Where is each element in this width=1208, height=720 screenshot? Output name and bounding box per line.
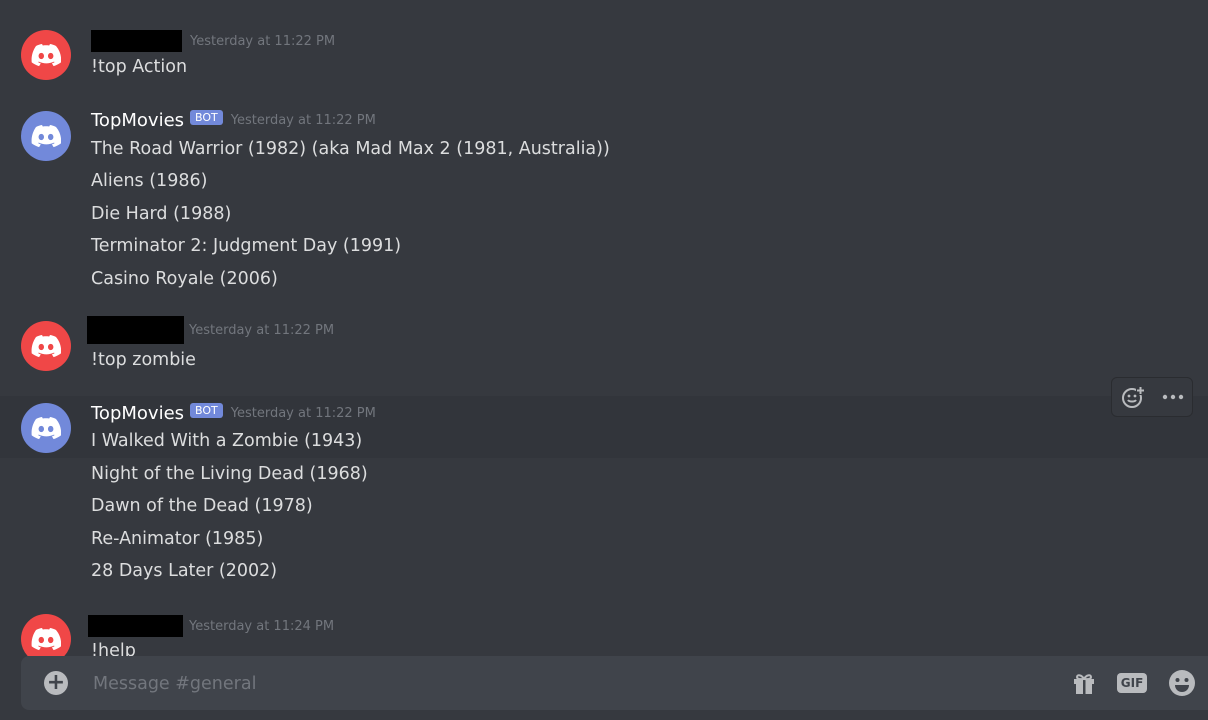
redacted-username bbox=[91, 30, 182, 52]
message-text: Re-Animator (1985) bbox=[91, 529, 264, 549]
message-text: Die Hard (1988) bbox=[91, 204, 232, 224]
message-text: Casino Royale (2006) bbox=[91, 269, 278, 289]
bot-tag: BOT bbox=[190, 403, 223, 418]
plus-circle-icon[interactable]: + bbox=[44, 671, 68, 695]
bot-tag: BOT bbox=[190, 110, 223, 125]
avatar[interactable] bbox=[21, 321, 71, 371]
message-text: Night of the Living Dead (1968) bbox=[91, 464, 368, 484]
message-text: !top zombie bbox=[91, 350, 196, 370]
message-input[interactable] bbox=[91, 668, 995, 700]
message-list: Yesterday at 11:22 PM !top Action TopMov… bbox=[0, 0, 1208, 656]
timestamp: Yesterday at 11:22 PM bbox=[230, 406, 376, 421]
avatar[interactable] bbox=[21, 30, 71, 80]
message: Yesterday at 11:24 PM !help bbox=[0, 608, 1208, 656]
gift-button[interactable] bbox=[1070, 669, 1098, 697]
message: Yesterday at 11:22 PM !top Action bbox=[0, 22, 1208, 84]
discord-logo-icon bbox=[31, 628, 61, 651]
more-options-icon[interactable] bbox=[1162, 394, 1184, 400]
message-text: Terminator 2: Judgment Day (1991) bbox=[91, 236, 402, 256]
gif-button[interactable]: GIF bbox=[1116, 669, 1148, 697]
message-composer: + GIF bbox=[21, 656, 1208, 710]
message-hover-toolbar bbox=[1111, 377, 1193, 417]
redacted-username bbox=[88, 615, 183, 637]
username[interactable]: TopMovies bbox=[91, 403, 184, 424]
message: TopMovies BOT Yesterday at 11:22 PM The … bbox=[0, 103, 1208, 298]
message-text: 28 Days Later (2002) bbox=[91, 561, 278, 581]
gift-icon bbox=[1074, 674, 1094, 694]
username[interactable]: TopMovies bbox=[91, 110, 184, 131]
bot-avatar[interactable] bbox=[21, 403, 71, 453]
message: Yesterday at 11:22 PM !top zombie bbox=[0, 314, 1208, 378]
gif-icon: GIF bbox=[1116, 673, 1148, 693]
timestamp: Yesterday at 11:22 PM bbox=[190, 33, 336, 49]
emoji-button[interactable] bbox=[1168, 669, 1196, 697]
message-text: Aliens (1986) bbox=[91, 171, 208, 191]
discord-logo-icon bbox=[31, 335, 61, 358]
timestamp: Yesterday at 11:22 PM bbox=[189, 322, 335, 338]
message-text: Dawn of the Dead (1978) bbox=[91, 496, 313, 516]
timestamp: Yesterday at 11:24 PM bbox=[189, 618, 335, 634]
bot-avatar[interactable] bbox=[21, 111, 71, 161]
message-text: I Walked With a Zombie (1943) bbox=[91, 431, 363, 451]
discord-logo-icon bbox=[31, 44, 61, 67]
message-text: !help bbox=[91, 641, 136, 656]
emoji-icon bbox=[1169, 670, 1195, 696]
redacted-username bbox=[87, 316, 184, 344]
message: TopMovies BOT Yesterday at 11:22 PM I Wa… bbox=[0, 396, 1208, 592]
timestamp: Yesterday at 11:22 PM bbox=[230, 113, 376, 128]
add-reaction-icon[interactable] bbox=[1121, 385, 1145, 409]
message-text: !top Action bbox=[91, 57, 188, 77]
avatar[interactable] bbox=[21, 614, 71, 656]
discord-logo-icon bbox=[31, 417, 61, 440]
message-text: The Road Warrior (1982) (aka Mad Max 2 (… bbox=[91, 139, 610, 159]
discord-logo-icon bbox=[31, 125, 61, 148]
